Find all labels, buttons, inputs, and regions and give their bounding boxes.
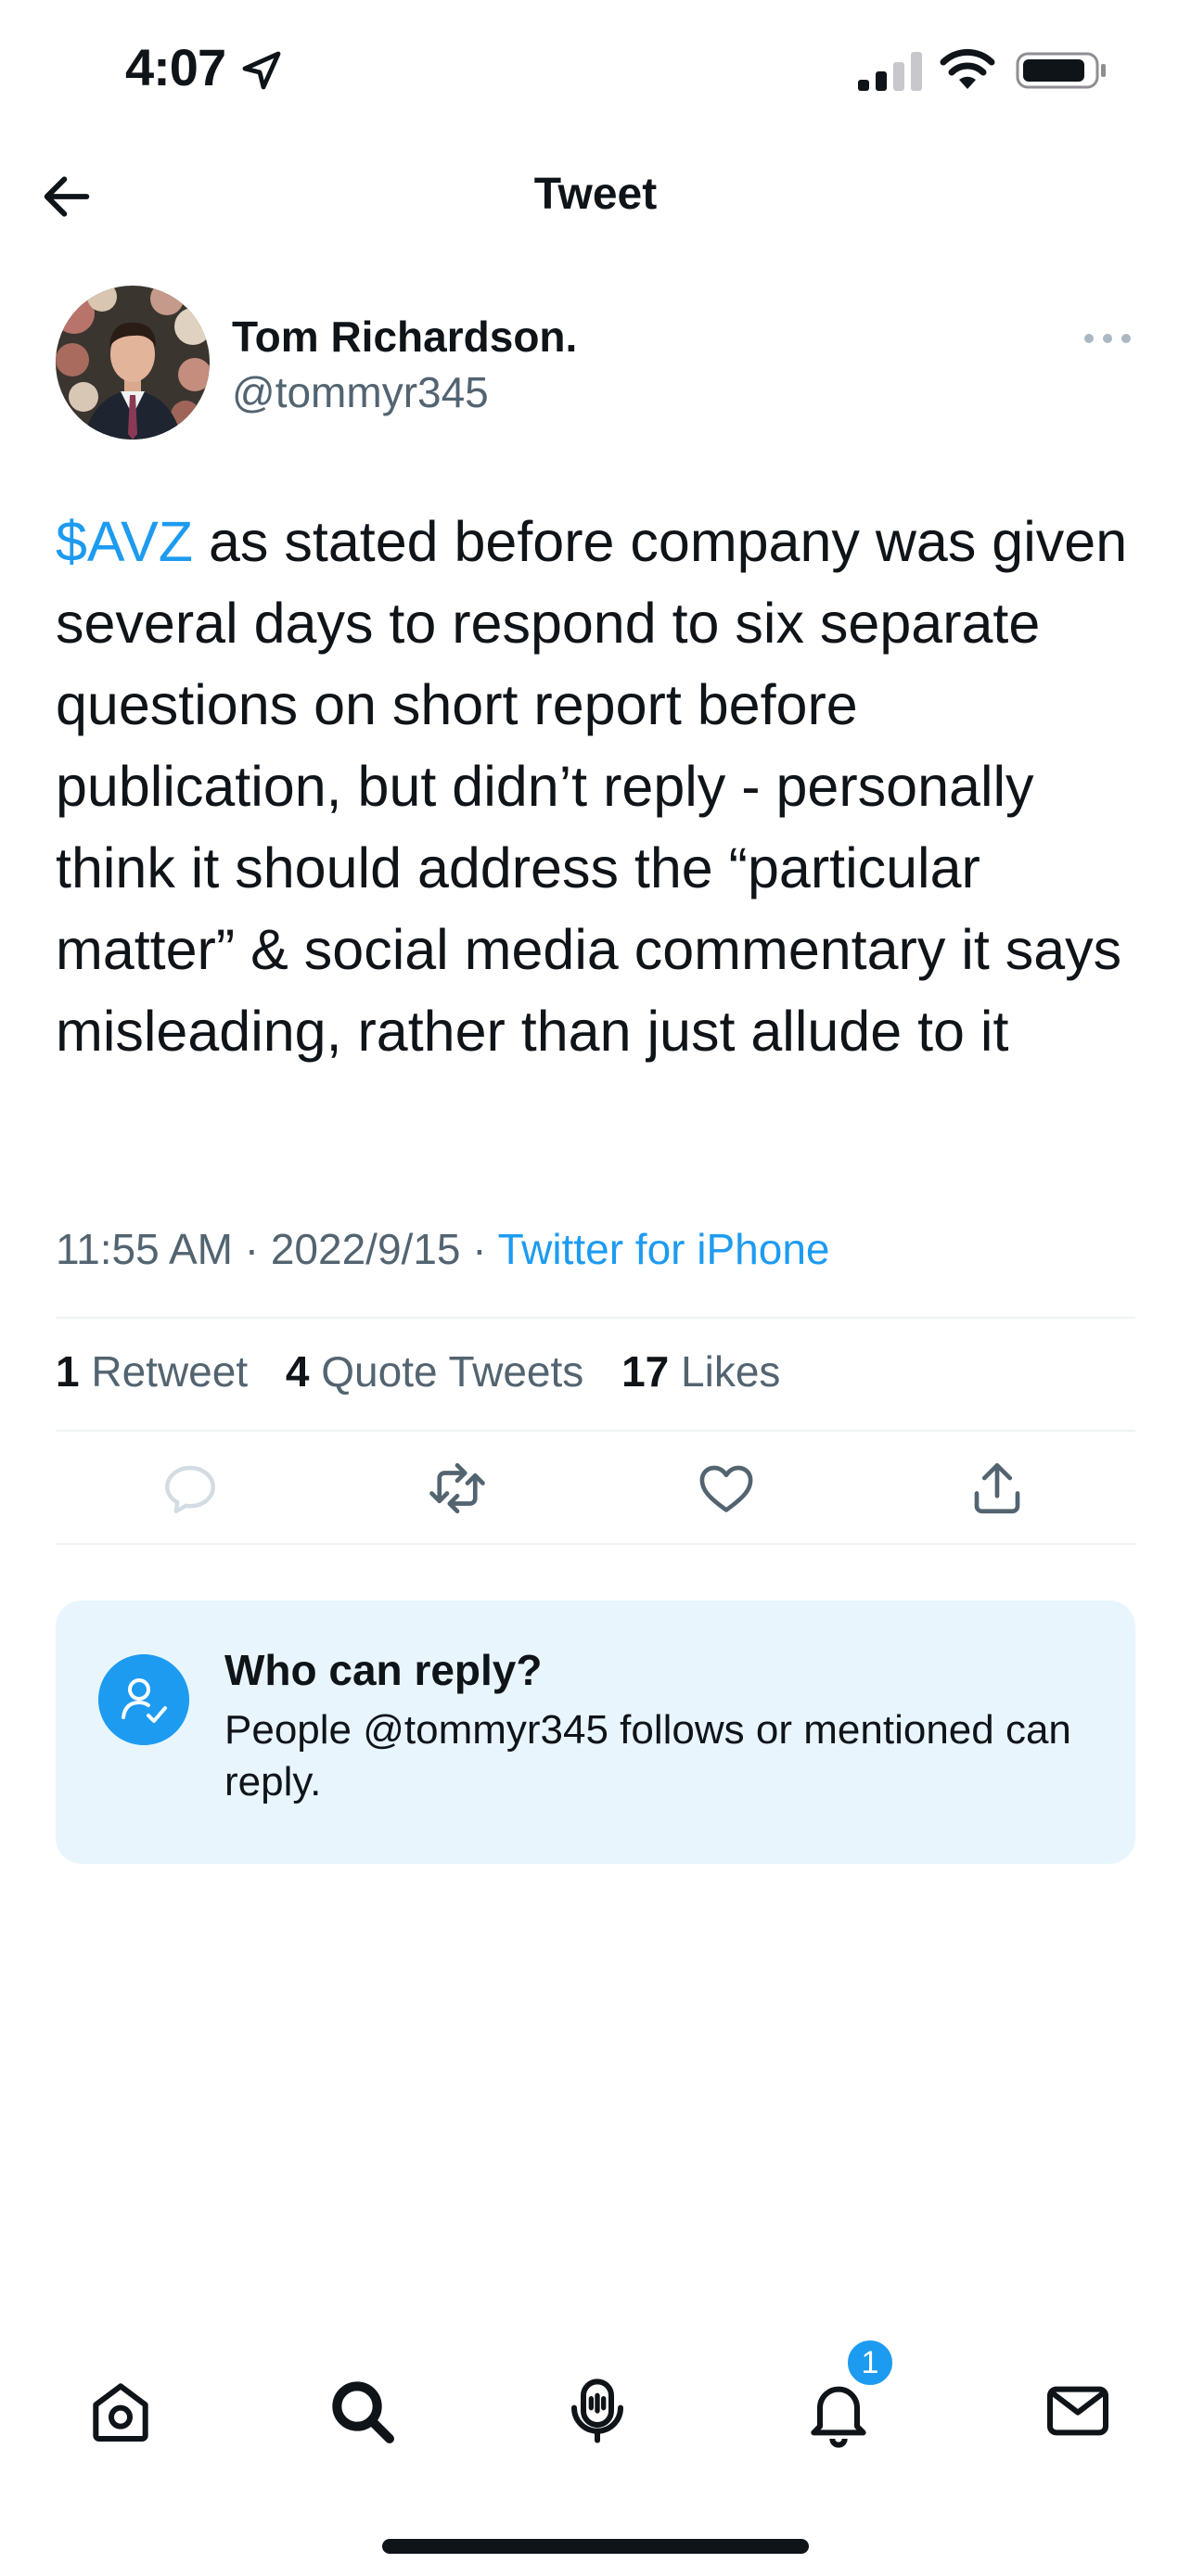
messages-icon[interactable] (1041, 2374, 1115, 2448)
page-title: Tweet (533, 170, 658, 219)
status-bar: 4:07 (0, 0, 1191, 139)
likes-label: Likes (681, 1347, 781, 1396)
who-can-reply-card: Who can reply? People @tommyr345 follows… (56, 1600, 1135, 1864)
tweet-body: as stated before company was given sever… (56, 510, 1128, 1063)
tweet-actions (56, 1447, 1135, 1530)
meta-separator: · (244, 1225, 260, 1273)
spaces-icon[interactable] (560, 2374, 634, 2448)
reply-icon[interactable] (160, 1458, 221, 1519)
retweets-count: 1 (56, 1347, 80, 1396)
share-icon[interactable] (967, 1458, 1028, 1519)
reply-card-title: Who can reply? (224, 1646, 543, 1694)
reply-card-description: People @tommyr345 follows or mentioned c… (224, 1707, 1071, 1804)
avatar[interactable] (56, 286, 210, 440)
tweet-source-link[interactable]: Twitter for iPhone (498, 1225, 830, 1273)
retweet-icon[interactable] (427, 1458, 488, 1519)
tweet-meta: 11:55 AM · 2022/9/15 · Twitter for iPhon… (56, 1224, 830, 1274)
home-indicator (382, 2539, 809, 2554)
engagement-stats: 1 Retweet 4 Quote Tweets 17 Likes (56, 1346, 806, 1396)
author-handle[interactable]: @tommyr345 (232, 367, 489, 417)
quotes-count: 4 (285, 1347, 310, 1396)
author-name[interactable]: Tom Richardson. (232, 312, 577, 362)
location-arrow-icon (242, 51, 281, 90)
divider (56, 1317, 1135, 1319)
likes-count: 17 (621, 1347, 670, 1396)
tweet-text: $AVZ as stated before company was given … (56, 501, 1141, 1072)
cashtag-link[interactable]: $AVZ (56, 510, 193, 573)
wifi-icon (940, 48, 995, 89)
battery-icon (1016, 52, 1106, 89)
nav-header: Tweet (0, 148, 1191, 241)
home-icon[interactable] (83, 2374, 158, 2448)
quote-tweets-stat[interactable]: 4 Quote Tweets (286, 1347, 583, 1396)
search-icon[interactable] (325, 2374, 399, 2448)
notifications-badge: 1 (844, 2337, 896, 2389)
divider (56, 1430, 1135, 1432)
divider (56, 1543, 1135, 1545)
more-options-icon[interactable] (1080, 325, 1135, 352)
meta-separator: · (472, 1225, 487, 1273)
like-heart-icon[interactable] (696, 1458, 757, 1519)
cellular-signal-icon (858, 52, 922, 91)
retweets-stat[interactable]: 1 Retweet (56, 1347, 248, 1396)
tab-bar: 1 (0, 2337, 1191, 2457)
tweet-time: 11:55 AM (56, 1225, 233, 1273)
tweet-date: 2022/9/15 (270, 1225, 461, 1273)
likes-stat[interactable]: 17 Likes (621, 1347, 780, 1396)
status-time: 4:07 (125, 38, 226, 96)
retweets-label: Retweet (91, 1347, 249, 1396)
author-row[interactable]: Tom Richardson. @tommyr345 (56, 286, 1135, 443)
user-check-icon (98, 1654, 189, 1745)
quotes-label: Quote Tweets (321, 1347, 584, 1396)
